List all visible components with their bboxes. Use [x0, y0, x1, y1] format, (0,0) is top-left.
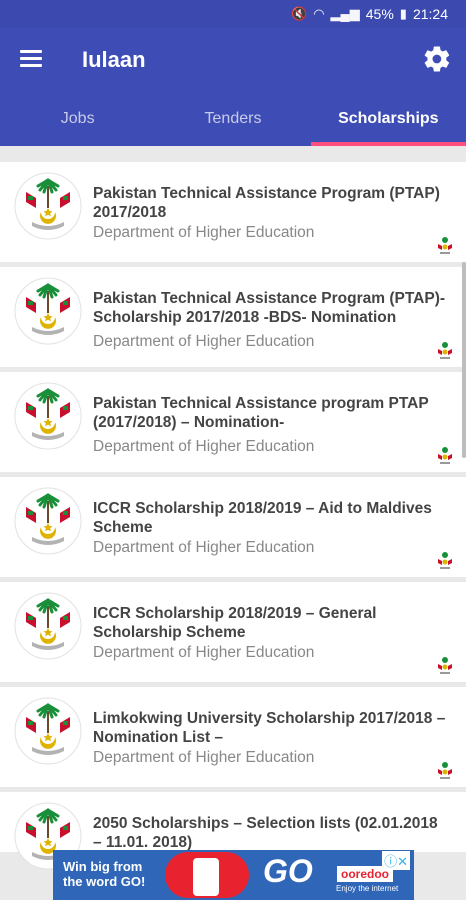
list-item[interactable]: Pakistan Technical Assistance program PT… [0, 372, 466, 472]
ad-phone-graphic [165, 852, 249, 898]
list-item[interactable]: Limkokwing University Scholarship 2017/2… [0, 687, 466, 787]
list-item[interactable]: Pakistan Technical Assistance Program (P… [0, 267, 466, 367]
listing-source: Department of Higher Education [93, 644, 315, 661]
maldives-emblem-icon [14, 382, 82, 450]
clock: 21:24 [412, 6, 448, 22]
ad-big-text: GO [263, 853, 313, 889]
maldives-emblem-icon [14, 697, 82, 765]
listing-title: Pakistan Technical Assistance Program (P… [93, 185, 440, 221]
listing-source: Department of Higher Education [93, 438, 315, 455]
ad-headline: Win big from the word GO! [63, 859, 146, 889]
listing-source: Department of Higher Education [93, 749, 315, 766]
ad-close-icon[interactable]: ⓘ✕ [382, 851, 410, 870]
battery-icon: ▮ [399, 6, 407, 21]
emblem-small-icon [436, 761, 454, 781]
listing-source: Department of Higher Education [93, 539, 315, 556]
list-item[interactable]: Pakistan Technical Assistance Program (P… [0, 162, 466, 262]
list-item[interactable]: ICCR Scholarship 2018/2019 – General Sch… [0, 582, 466, 682]
tab-jobs[interactable]: Jobs [0, 94, 155, 146]
scrollbar[interactable] [462, 262, 466, 458]
ad-tagline: Enjoy the internet [336, 884, 399, 893]
ad-banner[interactable]: Win big from the word GO! GO ooredoo Enj… [53, 850, 414, 900]
app-title: Iulaan [82, 47, 146, 72]
emblem-small-icon [436, 236, 454, 256]
app-bar: Iulaan [0, 28, 466, 94]
listing-title: Limkokwing University Scholarship 2017/2… [93, 710, 446, 746]
tab-scholarships[interactable]: Scholarships [310, 94, 466, 146]
listing-title: Pakistan Technical Assistance Program (P… [93, 290, 446, 326]
wifi-icon: ◠ [313, 6, 325, 21]
listing-title: Pakistan Technical Assistance program PT… [93, 395, 429, 431]
tab-bar: Jobs Tenders Scholarships [0, 94, 466, 146]
listing-source: Department of Higher Education [93, 333, 315, 350]
listing-title: ICCR Scholarship 2018/2019 – Aid to Mald… [93, 500, 432, 536]
listing-title: ICCR Scholarship 2018/2019 – General Sch… [93, 605, 377, 641]
emblem-small-icon [436, 341, 454, 361]
emblem-small-icon [436, 446, 454, 466]
emblem-small-icon [436, 551, 454, 571]
list-item[interactable]: ICCR Scholarship 2018/2019 – Aid to Mald… [0, 477, 466, 577]
maldives-emblem-icon [14, 277, 82, 345]
maldives-emblem-icon [14, 172, 82, 240]
list-item[interactable]: 2050 Scholarships – Selection lists (02.… [0, 792, 466, 875]
battery-level: 45% [365, 6, 394, 22]
listing-title: 2050 Scholarships – Selection lists (02.… [93, 815, 438, 851]
mute-icon: 🔇 [291, 6, 308, 21]
gear-icon[interactable] [422, 44, 452, 74]
tab-tenders[interactable]: Tenders [155, 94, 310, 146]
maldives-emblem-icon [14, 592, 82, 660]
menu-icon[interactable] [20, 50, 42, 68]
emblem-small-icon [436, 656, 454, 676]
status-bar: 🔇 ◠ ▂▄▆ 45% ▮ 21:24 [0, 0, 466, 28]
maldives-emblem-icon [14, 487, 82, 555]
signal-icon: ▂▄▆ [330, 6, 360, 21]
listing-source: Department of Higher Education [93, 224, 315, 241]
